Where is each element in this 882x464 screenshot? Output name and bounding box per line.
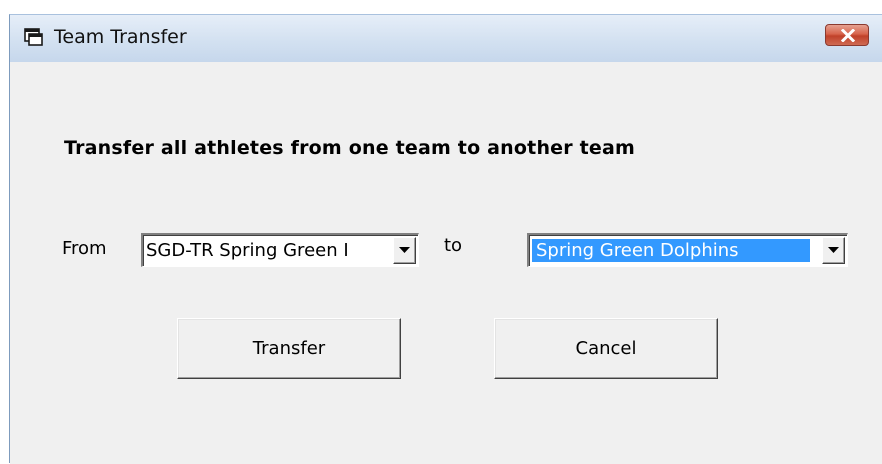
close-icon bbox=[840, 29, 856, 42]
chevron-down-icon bbox=[399, 247, 410, 253]
from-dropdown-button[interactable] bbox=[393, 237, 416, 264]
to-team-select[interactable]: Spring Green Dolphins bbox=[527, 233, 848, 267]
form-window-icon bbox=[23, 26, 45, 48]
dialog-body: Transfer all athletes from one team to a… bbox=[10, 62, 882, 464]
team-transfer-window: Team Transfer Transfer all athletes from… bbox=[9, 14, 882, 464]
from-team-value: SGD-TR Spring Green I bbox=[146, 240, 349, 261]
chevron-down-icon bbox=[828, 247, 839, 253]
window-title: Team Transfer bbox=[54, 26, 187, 48]
to-label: to bbox=[444, 235, 463, 256]
to-team-value: Spring Green Dolphins bbox=[532, 239, 810, 262]
from-label: From bbox=[62, 238, 107, 259]
title-bar[interactable]: Team Transfer bbox=[10, 15, 882, 62]
cancel-button[interactable]: Cancel bbox=[494, 318, 718, 379]
from-team-select[interactable]: SGD-TR Spring Green I bbox=[141, 233, 419, 267]
instruction-heading: Transfer all athletes from one team to a… bbox=[64, 137, 636, 159]
transfer-button[interactable]: Transfer bbox=[177, 318, 401, 379]
close-button[interactable] bbox=[825, 24, 869, 46]
to-dropdown-button[interactable] bbox=[822, 237, 845, 264]
